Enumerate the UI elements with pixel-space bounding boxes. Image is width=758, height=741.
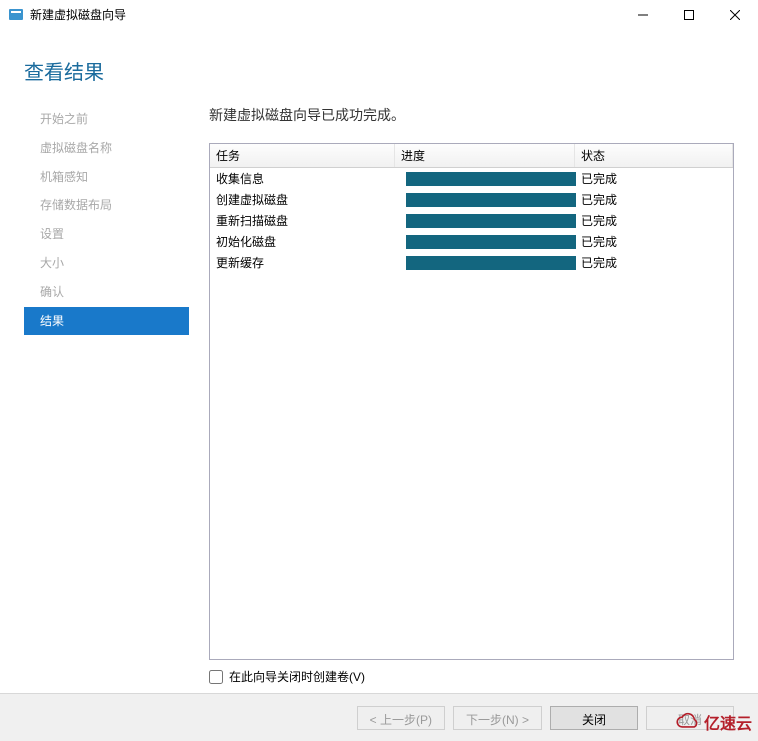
task-name: 更新缓存 (210, 253, 395, 272)
task-status: 已完成 (575, 211, 733, 230)
task-status: 已完成 (575, 232, 733, 251)
task-name: 收集信息 (210, 169, 395, 188)
task-progress (395, 170, 575, 188)
close-wizard-button[interactable]: 关闭 (550, 706, 638, 730)
column-header-progress[interactable]: 进度 (395, 144, 575, 167)
table-row: 初始化磁盘 已完成 (210, 231, 733, 252)
create-volume-checkbox[interactable] (209, 670, 223, 684)
window-controls (620, 0, 758, 30)
task-progress (395, 254, 575, 272)
column-header-task[interactable]: 任务 (210, 144, 395, 167)
progress-bar (406, 214, 576, 228)
result-message: 新建虚拟磁盘向导已成功完成。 (209, 105, 734, 125)
table-row: 创建虚拟磁盘 已完成 (210, 189, 733, 210)
next-button: 下一步(N) > (453, 706, 542, 730)
sidebar-item-results: 结果 (24, 307, 189, 336)
sidebar-item-vdisk-name: 虚拟磁盘名称 (24, 134, 189, 163)
create-volume-checkbox-row[interactable]: 在此向导关闭时创建卷(V) (209, 668, 734, 685)
sidebar-item-label: 机箱感知 (40, 170, 88, 184)
progress-bar (406, 172, 576, 186)
sidebar-item-label: 存储数据布局 (40, 198, 112, 212)
column-header-status[interactable]: 状态 (575, 144, 733, 167)
task-progress (395, 191, 575, 209)
table-row: 收集信息 已完成 (210, 168, 733, 189)
sidebar-item-label: 设置 (40, 227, 64, 241)
cancel-button: 取消 (646, 706, 734, 730)
page-title: 查看结果 (0, 30, 758, 105)
task-name: 重新扫描磁盘 (210, 211, 395, 230)
sidebar-item-label: 大小 (40, 256, 64, 270)
task-status: 已完成 (575, 253, 733, 272)
previous-button: < 上一步(P) (357, 706, 445, 730)
task-status: 已完成 (575, 169, 733, 188)
sidebar-item-before-begin: 开始之前 (24, 105, 189, 134)
task-progress (395, 212, 575, 230)
sidebar-item-label: 结果 (40, 314, 64, 328)
create-volume-label: 在此向导关闭时创建卷(V) (229, 668, 365, 685)
close-button[interactable] (712, 0, 758, 30)
table-row: 重新扫描磁盘 已完成 (210, 210, 733, 231)
progress-bar (406, 256, 576, 270)
sidebar-item-confirm: 确认 (24, 278, 189, 307)
sidebar-item-enclosure: 机箱感知 (24, 163, 189, 192)
sidebar-item-label: 开始之前 (40, 112, 88, 126)
sidebar: 开始之前 虚拟磁盘名称 机箱感知 存储数据布局 设置 大小 确认 结果 (24, 105, 189, 685)
footer: < 上一步(P) 下一步(N) > 关闭 取消 (0, 693, 758, 741)
results-table: 任务 进度 状态 收集信息 已完成 创建虚拟磁盘 已完成 重新扫描磁盘 (209, 143, 734, 660)
progress-bar (406, 235, 576, 249)
task-name: 初始化磁盘 (210, 232, 395, 251)
sidebar-item-label: 确认 (40, 285, 64, 299)
maximize-button[interactable] (666, 0, 712, 30)
table-body: 收集信息 已完成 创建虚拟磁盘 已完成 重新扫描磁盘 已完成 初始化磁盘 (210, 168, 733, 659)
main-panel: 新建虚拟磁盘向导已成功完成。 任务 进度 状态 收集信息 已完成 创建虚拟磁盘 … (189, 105, 758, 685)
progress-bar (406, 193, 576, 207)
task-status: 已完成 (575, 190, 733, 209)
window-title: 新建虚拟磁盘向导 (30, 6, 620, 23)
app-icon (8, 7, 24, 23)
minimize-button[interactable] (620, 0, 666, 30)
sidebar-item-size: 大小 (24, 249, 189, 278)
table-row: 更新缓存 已完成 (210, 252, 733, 273)
titlebar: 新建虚拟磁盘向导 (0, 0, 758, 30)
table-header: 任务 进度 状态 (210, 144, 733, 168)
sidebar-item-layout: 存储数据布局 (24, 191, 189, 220)
task-name: 创建虚拟磁盘 (210, 190, 395, 209)
sidebar-item-label: 虚拟磁盘名称 (40, 141, 112, 155)
sidebar-item-settings: 设置 (24, 220, 189, 249)
task-progress (395, 233, 575, 251)
